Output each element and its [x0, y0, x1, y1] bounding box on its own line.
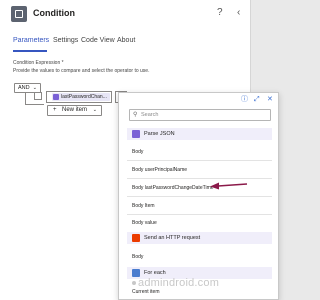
tab-parameters[interactable]: Parameters: [13, 37, 49, 44]
condition-icon: [11, 6, 27, 22]
section-send-http-request[interactable]: Send an HTTP request: [127, 232, 272, 244]
list-item-body-value[interactable]: Body value: [132, 220, 157, 226]
help-icon[interactable]: ?: [217, 6, 223, 20]
dynamic-content-picker: ⓘ ⤢ ✕ ⚲ Parse JSON Body Body userPrincip…: [118, 92, 279, 300]
list-item-body[interactable]: Body: [132, 254, 143, 260]
section-title: Parse JSON: [144, 131, 175, 137]
divider: [127, 178, 272, 179]
close-icon[interactable]: ✕: [267, 96, 273, 104]
section-title: For each: [144, 270, 166, 276]
token-label: lastPasswordChan...: [61, 94, 107, 100]
chevron-down-icon: ⌄: [92, 107, 97, 113]
list-item-body[interactable]: Body: [132, 149, 143, 155]
panel-title: Condition: [33, 8, 75, 18]
collapse-icon[interactable]: ‹: [237, 6, 240, 20]
new-item-label: New item: [62, 107, 88, 113]
list-item-body-userprincipalname[interactable]: Body userPrincipalName: [132, 167, 187, 173]
new-item-button[interactable]: + New item ⌄: [47, 105, 102, 116]
left-operand-field[interactable]: lastPasswordChan...: [46, 91, 112, 103]
row-checkbox[interactable]: [34, 92, 42, 100]
expand-icon[interactable]: ⤢: [254, 96, 260, 104]
search-input[interactable]: [141, 111, 266, 119]
info-icon[interactable]: ⓘ: [241, 96, 248, 104]
list-item-body-item[interactable]: Body Item: [132, 203, 155, 209]
chevron-down-icon: ⌄: [32, 85, 37, 91]
panel-header: Condition ? ‹: [0, 0, 250, 28]
search-box[interactable]: ⚲: [129, 109, 271, 121]
watermark-logo: [132, 281, 136, 285]
tab-code-view[interactable]: Code View: [81, 37, 115, 44]
section-title: Send an HTTP request: [144, 235, 201, 241]
list-item-current-item[interactable]: Current item: [132, 289, 160, 295]
divider: [127, 214, 272, 215]
parse-json-icon: [53, 94, 59, 100]
condition-expression-label: Condition Expression *: [13, 60, 64, 66]
divider: [127, 160, 272, 161]
search-icon: ⚲: [133, 112, 138, 118]
active-tab-indicator: [13, 50, 47, 52]
plus-icon: +: [53, 107, 57, 113]
divider: [127, 196, 272, 197]
list-item-body-lastpasswordchangedatetime[interactable]: Body lastPasswordChangeDateTime: [132, 185, 214, 191]
group-operator-value: AND: [18, 85, 30, 91]
watermark: admindroid.com: [138, 277, 220, 289]
condition-instruction: Provide the values to compare and select…: [13, 68, 150, 74]
http-request-icon: [132, 234, 140, 242]
tab-about[interactable]: About: [117, 37, 135, 44]
parse-json-icon: [132, 130, 140, 138]
section-parse-json[interactable]: Parse JSON: [127, 128, 272, 140]
for-each-icon: [132, 269, 140, 277]
tab-settings[interactable]: Settings: [53, 37, 78, 44]
dynamic-content-token[interactable]: lastPasswordChan...: [52, 93, 110, 101]
tree-connector-horizontal: [25, 104, 44, 105]
